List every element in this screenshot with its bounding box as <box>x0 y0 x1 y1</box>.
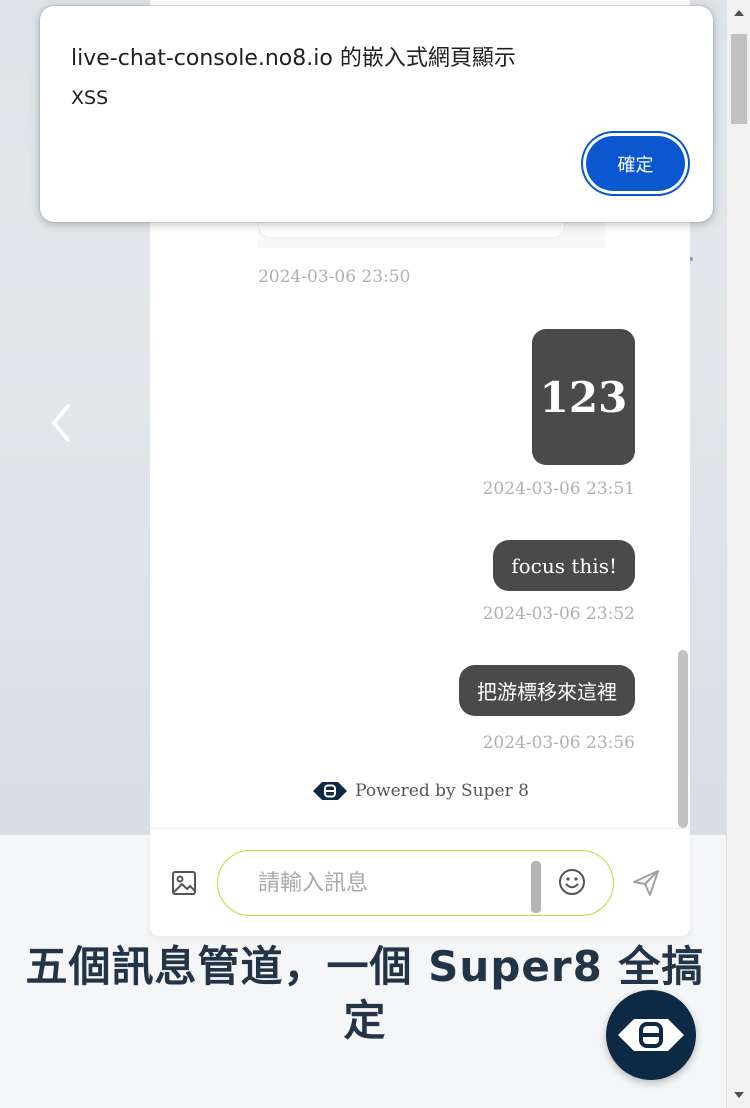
message-bubble: focus this! <box>493 540 635 591</box>
message-timestamp: 2024-03-06 23:56 <box>482 733 635 753</box>
smiley-icon[interactable] <box>557 867 587 897</box>
message-input[interactable] <box>258 867 528 899</box>
image-icon[interactable] <box>170 869 198 897</box>
super8-logo-icon <box>618 1019 684 1051</box>
page-scrollbar[interactable] <box>726 0 750 1108</box>
chat-launcher-button[interactable] <box>606 990 696 1080</box>
carousel-prev-icon[interactable] <box>46 400 76 446</box>
powered-by[interactable]: Powered by Super 8 <box>150 780 690 802</box>
super8-logo-icon <box>313 782 348 800</box>
powered-by-label: Powered by Super 8 <box>355 781 529 801</box>
input-scrollbar[interactable] <box>531 855 541 913</box>
scroll-up-icon[interactable] <box>734 10 744 16</box>
dialog-title: live-chat-console.no8.io 的嵌入式網頁顯示 <box>71 46 516 71</box>
message-bubble: 123 <box>532 329 635 465</box>
chat-composer <box>150 828 690 936</box>
alert-dialog: live-chat-console.no8.io 的嵌入式網頁顯示 XSS 確定 <box>40 6 713 222</box>
send-icon[interactable] <box>630 867 662 899</box>
message-bubble: 把游標移來這裡 <box>459 665 635 716</box>
dialog-message: XSS <box>71 87 109 109</box>
input-scrollbar-thumb[interactable] <box>531 861 541 913</box>
message-timestamp: 2024-03-06 23:50 <box>258 267 411 287</box>
message-timestamp: 2024-03-06 23:52 <box>482 604 635 624</box>
message-timestamp: 2024-03-06 23:51 <box>482 479 635 499</box>
page-scrollbar-thumb[interactable] <box>731 34 747 124</box>
scroll-down-icon[interactable] <box>734 1092 744 1098</box>
ok-button[interactable]: 確定 <box>586 136 685 191</box>
chat-scrollbar-thumb[interactable] <box>678 650 688 828</box>
message-input-wrapper[interactable] <box>217 850 614 916</box>
